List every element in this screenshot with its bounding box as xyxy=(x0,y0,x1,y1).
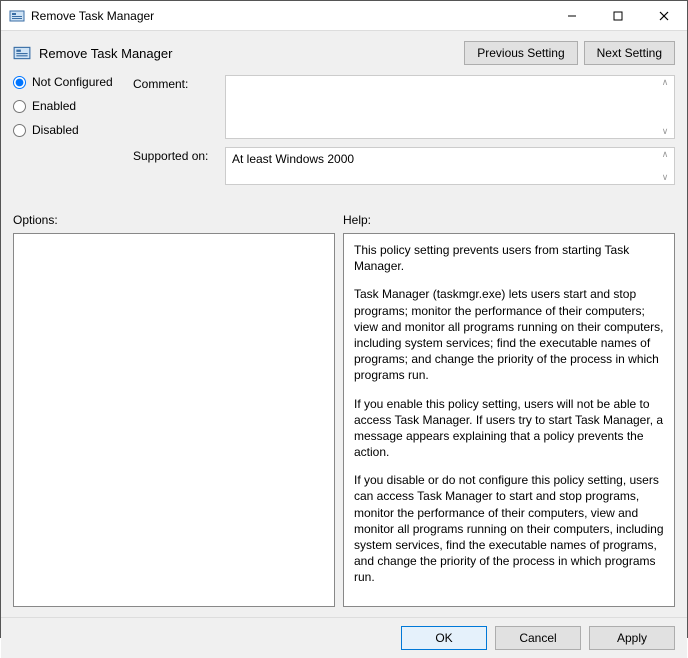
minimize-button[interactable] xyxy=(549,1,595,31)
window-title: Remove Task Manager xyxy=(31,9,154,23)
policy-app-icon xyxy=(9,8,25,24)
options-panel xyxy=(13,233,335,607)
policy-icon xyxy=(13,44,31,62)
radio-not-configured[interactable]: Not Configured xyxy=(13,75,133,89)
radio-enabled[interactable]: Enabled xyxy=(13,99,133,113)
help-panel: This policy setting prevents users from … xyxy=(343,233,675,607)
supported-on-label: Supported on: xyxy=(133,147,225,163)
options-label: Options: xyxy=(13,213,343,227)
radio-label: Not Configured xyxy=(32,75,113,89)
titlebar: Remove Task Manager xyxy=(1,1,687,31)
radio-disabled[interactable]: Disabled xyxy=(13,123,133,137)
help-paragraph: Task Manager (taskmgr.exe) lets users st… xyxy=(354,286,664,383)
policy-title: Remove Task Manager xyxy=(39,46,172,61)
supported-on-field: At least Windows 2000 ∧∨ xyxy=(225,147,675,185)
help-paragraph: If you enable this policy setting, users… xyxy=(354,396,664,461)
help-paragraph: If you disable or do not configure this … xyxy=(354,472,664,585)
lower-area: Options: Help: This policy setting preve… xyxy=(1,213,687,617)
supported-on-value: At least Windows 2000 xyxy=(232,152,354,166)
maximize-button[interactable] xyxy=(595,1,641,31)
radio-label: Enabled xyxy=(32,99,76,113)
help-label: Help: xyxy=(343,213,675,227)
radio-label: Disabled xyxy=(32,123,79,137)
scrollbar[interactable]: ∧∨ xyxy=(658,78,672,136)
config-area: Not Configured Enabled Disabled Comment:… xyxy=(1,75,687,213)
help-paragraph: This policy setting prevents users from … xyxy=(354,242,664,274)
next-setting-button[interactable]: Next Setting xyxy=(584,41,675,65)
comment-label: Comment: xyxy=(133,75,225,91)
previous-setting-button[interactable]: Previous Setting xyxy=(464,41,577,65)
scrollbar[interactable]: ∧∨ xyxy=(658,150,672,182)
header: Remove Task Manager Previous Setting Nex… xyxy=(1,31,687,75)
close-button[interactable] xyxy=(641,1,687,31)
dialog-buttons: OK Cancel Apply xyxy=(1,617,687,658)
comment-textarea[interactable]: ∧∨ xyxy=(225,75,675,139)
